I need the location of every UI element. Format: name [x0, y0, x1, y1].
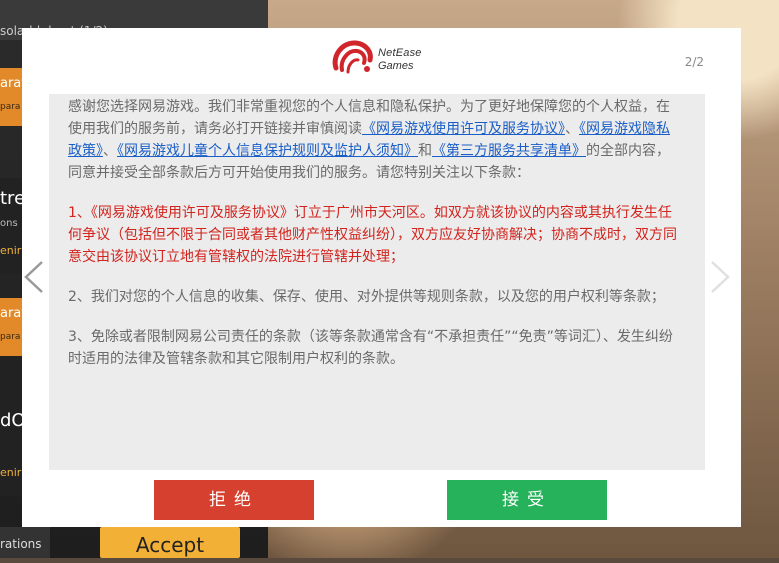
- background-item-sub: para 20: [0, 102, 22, 112]
- background-list-item[interactable]: arat para 20: [0, 68, 22, 126]
- chevron-left-icon[interactable]: [22, 260, 46, 294]
- chevron-right-icon[interactable]: [708, 260, 732, 294]
- third-party-sharing-list-link[interactable]: 《第三方服务共享清单》: [432, 143, 586, 159]
- background-bottom-label: rations: [0, 527, 50, 558]
- background-accept-label: Accept: [135, 533, 205, 557]
- background-dark-accent: enir: [0, 244, 22, 257]
- reject-button[interactable]: 拒绝: [154, 480, 314, 520]
- background-dark-big: dO: [0, 410, 22, 431]
- background-accept-button[interactable]: Accept: [100, 527, 240, 558]
- separator: 、: [103, 143, 117, 159]
- background-bottom-label-text: rations: [0, 537, 42, 551]
- background-item-sub: para 20: [0, 332, 22, 342]
- logo-text-line1: NetEase: [378, 47, 422, 59]
- netease-logo-icon: [332, 40, 373, 74]
- intro-paragraph: 感谢您选择网易游戏。我们非常重视您的个人信息和隐私保护。为了更好地保障您的个人权…: [68, 96, 680, 184]
- agreement-content[interactable]: 感谢您选择网易游戏。我们非常重视您的个人信息和隐私保护。为了更好地保障您的个人权…: [49, 94, 705, 470]
- background-dark-block: tre ons enir: [0, 178, 22, 274]
- child-privacy-rules-link[interactable]: 《网易游戏儿童个人信息保护规则及监护人须知》: [117, 143, 418, 159]
- logo-text-line2: Games: [378, 60, 414, 72]
- netease-games-logo: NetEase Games: [330, 38, 440, 78]
- background-list-item[interactable]: arat para 20: [0, 298, 22, 356]
- background-dark-block: dO enir: [0, 400, 22, 496]
- background-item-title: arat: [0, 306, 22, 321]
- background-dark-small: ons: [0, 218, 18, 229]
- agreement-dialog: NetEase Games 2/2 感谢您选择网易游戏。我们非常重视您的个人信息…: [22, 28, 741, 527]
- clause-2: 2、我们对您的个人信息的收集、保存、使用、对外提供等规则条款，以及您的用户权利等…: [68, 289, 665, 305]
- page-indicator: 2/2: [684, 55, 704, 69]
- accept-button[interactable]: 接受: [447, 480, 607, 520]
- background-item-title: arat: [0, 76, 22, 91]
- separator: 和: [418, 143, 432, 159]
- background-dark-accent: enir: [0, 466, 22, 479]
- clause-1: 1、《网易游戏使用许可及服务协议》订立于广州市天河区。如双方就该协议的内容或其执…: [68, 205, 677, 265]
- clause-3: 3、免除或者限制网易公司责任的条款（该等条款通常含有“不承担责任”“免责”等词汇…: [68, 329, 673, 367]
- background-dark-big: tre: [0, 188, 22, 209]
- separator: 、: [565, 121, 579, 137]
- license-agreement-link[interactable]: 《网易游戏使用许可及服务协议》: [362, 121, 565, 137]
- agreement-text: 感谢您选择网易游戏。我们非常重视您的个人信息和隐私保护。为了更好地保障您的个人权…: [68, 96, 680, 388]
